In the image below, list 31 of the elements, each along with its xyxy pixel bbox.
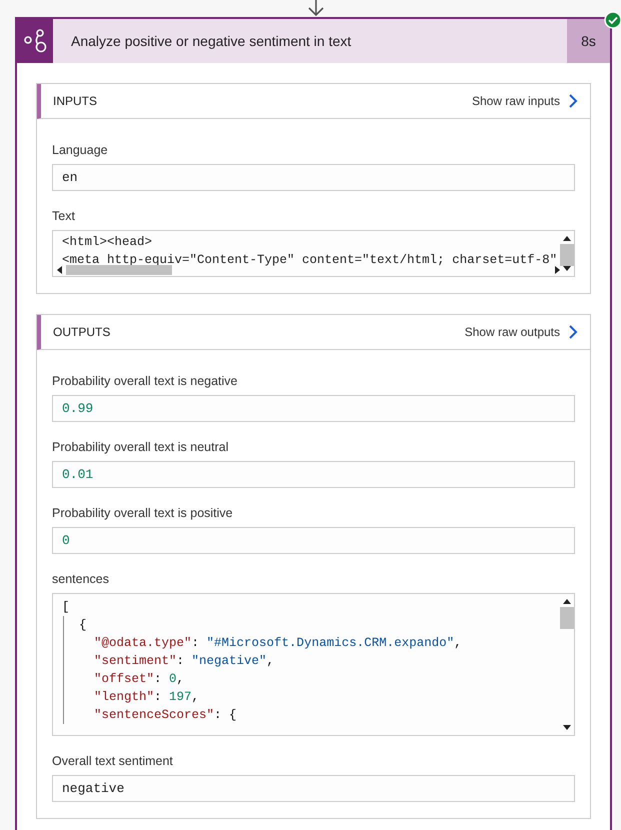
code-line: "sentiment": "negative", bbox=[94, 653, 276, 670]
code-line: "@odata.type": "#Microsoft.Dynamics.CRM.expando", bbox=[94, 635, 462, 652]
duration-label: 8s bbox=[567, 19, 610, 63]
chevron-right-icon bbox=[568, 94, 578, 108]
chevron-right-icon bbox=[568, 325, 578, 339]
field-label: Language bbox=[52, 143, 109, 157]
field-label: sentences bbox=[52, 572, 110, 586]
field-label: Probability overall text is neutral bbox=[52, 440, 230, 454]
code-line: <html><head> bbox=[62, 234, 154, 251]
output-field: negative bbox=[52, 775, 575, 802]
show-raw-link[interactable]: Show raw outputs bbox=[464, 325, 578, 339]
section-title: OUTPUTS bbox=[53, 325, 110, 339]
output-field: en bbox=[52, 164, 575, 191]
action-title[interactable]: Analyze positive or negative sentiment in text bbox=[53, 19, 567, 63]
down-arrow-icon bbox=[308, 0, 324, 16]
code-line: "offset": 0, bbox=[94, 671, 186, 688]
code-line: { bbox=[79, 617, 88, 634]
code-line: "length": 197, bbox=[94, 689, 200, 706]
output-field: 0 bbox=[52, 527, 575, 554]
code-line: [ bbox=[62, 599, 71, 616]
field-label: Probability overall text is negative bbox=[52, 374, 239, 388]
code-line: "sentenceScores": { bbox=[94, 707, 238, 724]
field-label: Text bbox=[52, 209, 76, 223]
code-line: <meta http-equiv="Content-Type" content="text/html; charset=utf-8" bbox=[62, 252, 558, 269]
output-field: 0.99 bbox=[52, 395, 575, 422]
field-label: Overall text sentiment bbox=[52, 754, 174, 768]
network-nodes-icon bbox=[23, 28, 47, 54]
section-title: INPUTS bbox=[53, 94, 98, 108]
output-field: 0.01 bbox=[52, 461, 575, 488]
show-raw-link[interactable]: Show raw inputs bbox=[472, 94, 578, 108]
field-label: Probability overall text is positive bbox=[52, 506, 234, 520]
